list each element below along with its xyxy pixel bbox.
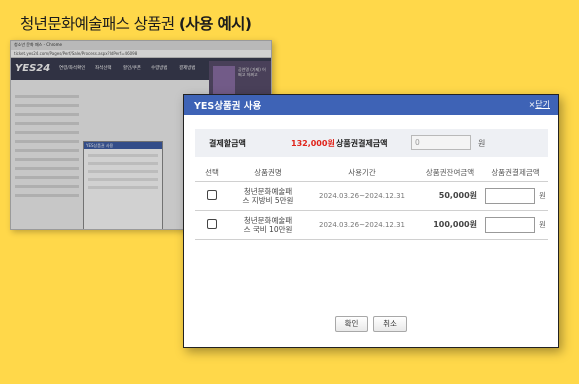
page-title: 청년문화예술패스 상품권 (사용 예시) (20, 12, 252, 34)
voucher-amount-unit: 원 (539, 191, 546, 200)
cancel-button[interactable]: 취소 (373, 316, 407, 332)
close-label: 닫기 (535, 100, 550, 109)
voucher-amount-input[interactable] (485, 216, 536, 233)
close-button[interactable]: ×닫기 (529, 99, 550, 110)
voucher-name-text: 청년문화예술패 스 지방비 5만원 (242, 186, 294, 205)
column-header-period: 사용기간 (307, 165, 417, 182)
page-title-main: 청년문화예술패스 상품권 (20, 15, 175, 33)
payment-summary: 결제할금액 132,000원 상품권결제금액 0 원 (195, 129, 548, 157)
column-header-payment: 상품권결제금액 (483, 165, 548, 182)
column-header-name: 상품권명 (229, 165, 307, 182)
payment-amount-label: 결제할금액 (209, 139, 246, 148)
column-header-balance: 상품권잔여금액 (417, 165, 483, 182)
voucher-amount-input[interactable] (485, 187, 536, 204)
voucher-table: 선택 상품권명 사용기간 상품권잔여금액 상품권결제금액 청년문화예술패 스 지… (195, 165, 548, 240)
popup-title: YES상품권 사용 (194, 101, 262, 112)
voucher-period: 2024.03.26~2024.12.31 (307, 210, 417, 240)
voucher-payment-label: 상품권결제금액 (336, 139, 388, 148)
voucher-amount-unit: 원 (539, 220, 546, 229)
voucher-balance: 50,000원 (417, 181, 483, 211)
select-checkbox[interactable] (207, 189, 217, 200)
table-row: 청년문화예술패 스 국비 10만원 2024.03.26~2024.12.31 … (195, 210, 548, 240)
payment-amount-value: 132,000원 (291, 139, 335, 148)
voucher-name: 청년문화예술패 스 국비 10만원 (229, 210, 307, 240)
select-checkbox[interactable] (207, 218, 217, 229)
confirm-button[interactable]: 확인 (335, 316, 368, 332)
voucher-balance: 100,000원 (417, 210, 483, 240)
voucher-name: 청년문화예술패 스 지방비 5만원 (229, 181, 307, 211)
voucher-popup: YES상품권 사용 ×닫기 결제할금액 132,000원 상품권결제금액 0 원… (183, 94, 559, 348)
voucher-payment-total-field: 0 (411, 135, 471, 150)
voucher-payment-unit: 원 (478, 139, 486, 148)
column-header-select: 선택 (195, 165, 229, 182)
voucher-period: 2024.03.26~2024.12.31 (307, 181, 417, 211)
voucher-name-text: 청년문화예술패 스 국비 10만원 (243, 215, 293, 234)
table-row: 청년문화예술패 스 지방비 5만원 2024.03.26~2024.12.31 … (195, 181, 548, 211)
popup-header: YES상품권 사용 ×닫기 (184, 95, 558, 115)
page-title-paren: (사용 예시) (178, 15, 252, 33)
table-header-row: 선택 상품권명 사용기간 상품권잔여금액 상품권결제금액 (195, 165, 548, 182)
